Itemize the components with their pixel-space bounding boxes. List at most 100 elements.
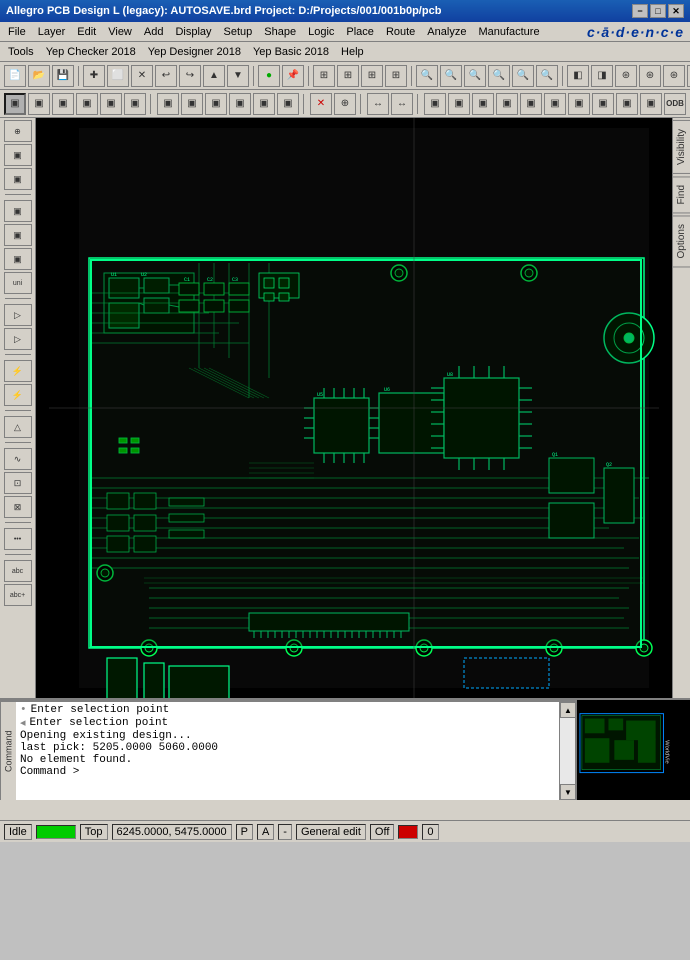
tb-zoom-box[interactable]: 🔍: [536, 65, 558, 87]
scroll-down-btn[interactable]: ▼: [560, 784, 576, 800]
tab-find[interactable]: Find: [672, 176, 690, 213]
tab-options[interactable]: Options: [672, 215, 690, 267]
menu-tools[interactable]: Tools: [2, 44, 40, 60]
tb2-btn15[interactable]: ↔: [367, 93, 389, 115]
tb-open[interactable]: 📂: [28, 65, 50, 87]
ltb-btn15[interactable]: ⊠: [4, 496, 32, 518]
ltb-btn2[interactable]: ▣: [4, 144, 32, 166]
tb2-btn8[interactable]: ▣: [181, 93, 203, 115]
menu-setup[interactable]: Setup: [218, 24, 259, 40]
menu-manufacture[interactable]: Manufacture: [472, 24, 545, 40]
tb-undo[interactable]: ↩: [155, 65, 177, 87]
menu-analyze[interactable]: Analyze: [421, 24, 472, 40]
tb-grid1[interactable]: ⊞: [313, 65, 335, 87]
tb-redo[interactable]: ↪: [179, 65, 201, 87]
tb2-btn24[interactable]: ▣: [592, 93, 614, 115]
ltb-btn3[interactable]: ▣: [4, 168, 32, 190]
menu-place[interactable]: Place: [340, 24, 380, 40]
ltb-btn18[interactable]: abc+: [4, 584, 32, 606]
tb2-btn5[interactable]: ▣: [100, 93, 122, 115]
ltb-btn7[interactable]: uni: [4, 272, 32, 294]
scroll-up-btn[interactable]: ▲: [560, 702, 576, 718]
ltb-btn6[interactable]: ▣: [4, 248, 32, 270]
tb2-btn19[interactable]: ▣: [472, 93, 494, 115]
tb-circle[interactable]: ●: [258, 65, 280, 87]
tb-up[interactable]: ▲: [203, 65, 225, 87]
menu-yep-basic[interactable]: Yep Basic 2018: [247, 44, 335, 60]
tb-misc3[interactable]: ⊛: [615, 65, 637, 87]
menu-yep-designer[interactable]: Yep Designer 2018: [142, 44, 247, 60]
tb2-select[interactable]: ▣: [4, 93, 26, 115]
tb2-btn11[interactable]: ▣: [253, 93, 275, 115]
tb2-btn12[interactable]: ▣: [277, 93, 299, 115]
menu-edit[interactable]: Edit: [71, 24, 102, 40]
menu-yep-checker[interactable]: Yep Checker 2018: [40, 44, 142, 60]
menu-help[interactable]: Help: [335, 44, 370, 60]
tab-visibility[interactable]: Visibility: [672, 120, 690, 174]
tb-zoom-in[interactable]: 🔍: [416, 65, 438, 87]
tb2-btn23[interactable]: ▣: [568, 93, 590, 115]
tb-pin[interactable]: 📌: [282, 65, 304, 87]
ltb-btn16[interactable]: •••: [4, 528, 32, 550]
tb2-btn20[interactable]: ▣: [496, 93, 518, 115]
console-scrollbar[interactable]: ▲ ▼: [559, 702, 575, 800]
minimize-button[interactable]: −: [632, 4, 648, 18]
tb2-btn3[interactable]: ▣: [52, 93, 74, 115]
tb-copy[interactable]: ⬜: [107, 65, 129, 87]
menu-shape[interactable]: Shape: [258, 24, 302, 40]
tb2-btn10[interactable]: ▣: [229, 93, 251, 115]
ltb-btn10[interactable]: ⚡: [4, 360, 32, 382]
tb2-btn6[interactable]: ▣: [124, 93, 146, 115]
menu-layer[interactable]: Layer: [32, 24, 72, 40]
tb-save[interactable]: 💾: [52, 65, 74, 87]
scroll-track[interactable]: [560, 718, 575, 784]
ltb-btn14[interactable]: ⊡: [4, 472, 32, 494]
ltb-btn12[interactable]: △: [4, 416, 32, 438]
tb2-btn25[interactable]: ▣: [616, 93, 638, 115]
tb-misc5[interactable]: ⊛: [663, 65, 685, 87]
tb2-btn16[interactable]: ↔: [391, 93, 413, 115]
menu-view[interactable]: View: [102, 24, 138, 40]
tb2-btn22[interactable]: ▣: [544, 93, 566, 115]
tb2-btn7[interactable]: ▣: [157, 93, 179, 115]
menu-route[interactable]: Route: [380, 24, 421, 40]
mini-map-canvas[interactable]: WorldVie: [577, 700, 690, 800]
tb-grid4[interactable]: ⊞: [385, 65, 407, 87]
tb2-btn9[interactable]: ▣: [205, 93, 227, 115]
tb2-btn26[interactable]: ▣: [640, 93, 662, 115]
tb2-btn17[interactable]: ▣: [424, 93, 446, 115]
restore-button[interactable]: □: [650, 4, 666, 18]
tb-add[interactable]: ✚: [83, 65, 105, 87]
tb-new[interactable]: 📄: [4, 65, 26, 87]
tb2-btn14[interactable]: ⊕: [334, 93, 356, 115]
tb-grid3[interactable]: ⊞: [361, 65, 383, 87]
tb-zoom-out[interactable]: 🔍: [440, 65, 462, 87]
ltb-btn1[interactable]: ⊕: [4, 120, 32, 142]
menu-add[interactable]: Add: [138, 24, 170, 40]
tb-zoom-fit[interactable]: 🔍: [464, 65, 486, 87]
menu-display[interactable]: Display: [169, 24, 217, 40]
ltb-btn4[interactable]: ▣: [4, 200, 32, 222]
ltb-btn13[interactable]: ∿: [4, 448, 32, 470]
tb2-btn21[interactable]: ▣: [520, 93, 542, 115]
tb2-btn13[interactable]: ✕: [310, 93, 332, 115]
tb-zoom-prev[interactable]: 🔍: [488, 65, 510, 87]
tb-grid2[interactable]: ⊞: [337, 65, 359, 87]
tb2-btn2[interactable]: ▣: [28, 93, 50, 115]
tb2-btn4[interactable]: ▣: [76, 93, 98, 115]
ltb-btn11[interactable]: ⚡: [4, 384, 32, 406]
tb-misc1[interactable]: ◧: [567, 65, 589, 87]
tb-zoom-next[interactable]: 🔍: [512, 65, 534, 87]
menu-logic[interactable]: Logic: [302, 24, 340, 40]
ltb-btn17[interactable]: abc: [4, 560, 32, 582]
close-button[interactable]: ✕: [668, 4, 684, 18]
pcb-canvas-area[interactable]: U1 U2 C1 C2 C3 U5 U6 U8 Q1 Q2: [36, 118, 672, 698]
menu-file[interactable]: File: [2, 24, 32, 40]
ltb-btn9[interactable]: ▷: [4, 328, 32, 350]
ltb-btn8[interactable]: ▷: [4, 304, 32, 326]
console-text[interactable]: •Enter selection point ◂Enter selection …: [16, 702, 559, 800]
tb-delete[interactable]: ✕: [131, 65, 153, 87]
tb-misc2[interactable]: ◨: [591, 65, 613, 87]
tb-down[interactable]: ▼: [227, 65, 249, 87]
ltb-btn5[interactable]: ▣: [4, 224, 32, 246]
